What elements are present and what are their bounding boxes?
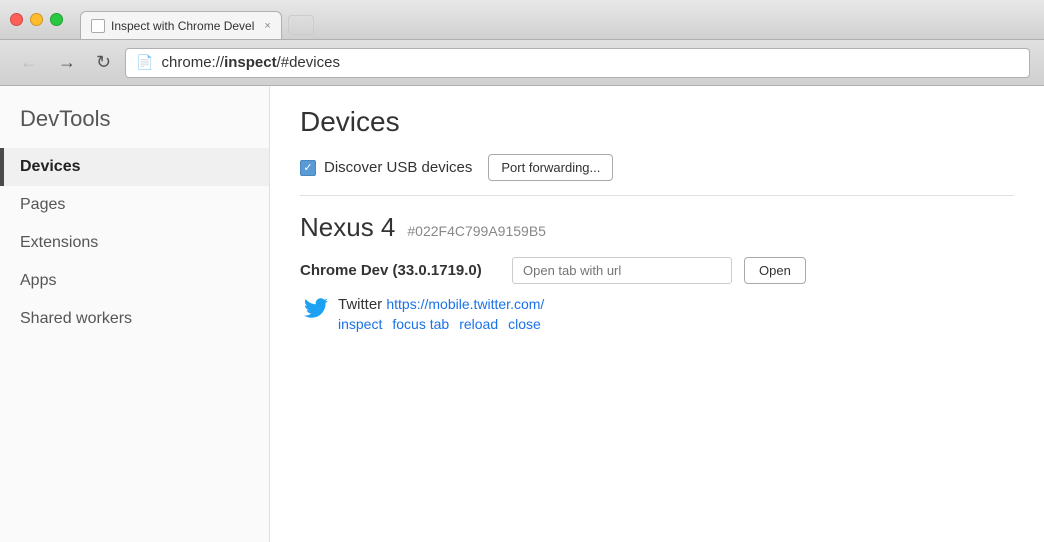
new-tab-button[interactable] <box>288 15 314 35</box>
main-content: Devices ✓ Discover USB devices Port forw… <box>270 86 1044 542</box>
reload-link[interactable]: reload <box>459 316 498 332</box>
address-bar[interactable]: 📄 chrome://inspect/#devices <box>125 48 1030 78</box>
sidebar-item-extensions[interactable]: Extensions <box>0 224 269 262</box>
tab-bar: Inspect with Chrome Devel × <box>75 0 314 39</box>
sidebar-item-devices[interactable]: Devices <box>0 148 269 186</box>
tab-title: Inspect with Chrome Devel <box>111 19 254 33</box>
sidebar-title: DevTools <box>0 106 269 148</box>
port-forwarding-button[interactable]: Port forwarding... <box>488 154 613 181</box>
discover-usb-label: Discover USB devices <box>324 159 472 176</box>
minimize-window-button[interactable] <box>30 13 43 26</box>
device-id: #022F4C799A9159B5 <box>407 223 546 239</box>
page-icon: 📄 <box>136 54 153 71</box>
page-url-link[interactable]: https://mobile.twitter.com/ <box>386 296 544 312</box>
chrome-row: Chrome Dev (33.0.1719.0) Open <box>300 257 1014 284</box>
device-section: Nexus 4 #022F4C799A9159B5 Chrome Dev (33… <box>300 212 1014 332</box>
inspect-link[interactable]: inspect <box>338 316 382 332</box>
address-bold: inspect <box>224 54 277 71</box>
reload-button[interactable]: ↻ <box>90 50 117 75</box>
sidebar-item-pages[interactable]: Pages <box>0 186 269 224</box>
discover-row: ✓ Discover USB devices Port forwarding..… <box>300 154 1014 196</box>
page-title: Devices <box>300 106 1014 138</box>
active-tab[interactable]: Inspect with Chrome Devel × <box>80 11 282 39</box>
page-info: Twitter https://mobile.twitter.com/ insp… <box>338 296 544 332</box>
discover-label[interactable]: ✓ Discover USB devices <box>300 159 472 176</box>
back-button[interactable]: ← <box>14 50 44 75</box>
open-tab-button[interactable]: Open <box>744 257 806 284</box>
sidebar-item-apps[interactable]: Apps <box>0 262 269 300</box>
focus-tab-link[interactable]: focus tab <box>392 316 449 332</box>
content-area: DevTools Devices Pages Extensions Apps S… <box>0 86 1044 542</box>
open-tab-url-input[interactable] <box>512 257 732 284</box>
discover-usb-checkbox[interactable]: ✓ <box>300 160 316 176</box>
window-controls <box>10 13 63 26</box>
forward-button[interactable]: → <box>52 50 82 75</box>
address-text: chrome://inspect/#devices <box>162 54 340 71</box>
maximize-window-button[interactable] <box>50 13 63 26</box>
chrome-browser-label: Chrome Dev (33.0.1719.0) <box>300 262 500 279</box>
close-window-button[interactable] <box>10 13 23 26</box>
twitter-icon <box>304 296 328 320</box>
nav-bar: ← → ↻ 📄 chrome://inspect/#devices <box>0 40 1044 86</box>
page-row: Twitter https://mobile.twitter.com/ insp… <box>300 296 1014 332</box>
close-link[interactable]: close <box>508 316 541 332</box>
page-title-row: Twitter https://mobile.twitter.com/ <box>338 296 544 313</box>
page-site-name: Twitter <box>338 296 382 313</box>
device-name: Nexus 4 <box>300 212 395 243</box>
sidebar: DevTools Devices Pages Extensions Apps S… <box>0 86 270 542</box>
tab-favicon <box>91 19 105 33</box>
title-bar: Inspect with Chrome Devel × <box>0 0 1044 40</box>
tab-close-button[interactable]: × <box>264 20 270 32</box>
device-header: Nexus 4 #022F4C799A9159B5 <box>300 212 1014 243</box>
page-actions: inspect focus tab reload close <box>338 316 544 332</box>
sidebar-item-shared-workers[interactable]: Shared workers <box>0 300 269 338</box>
